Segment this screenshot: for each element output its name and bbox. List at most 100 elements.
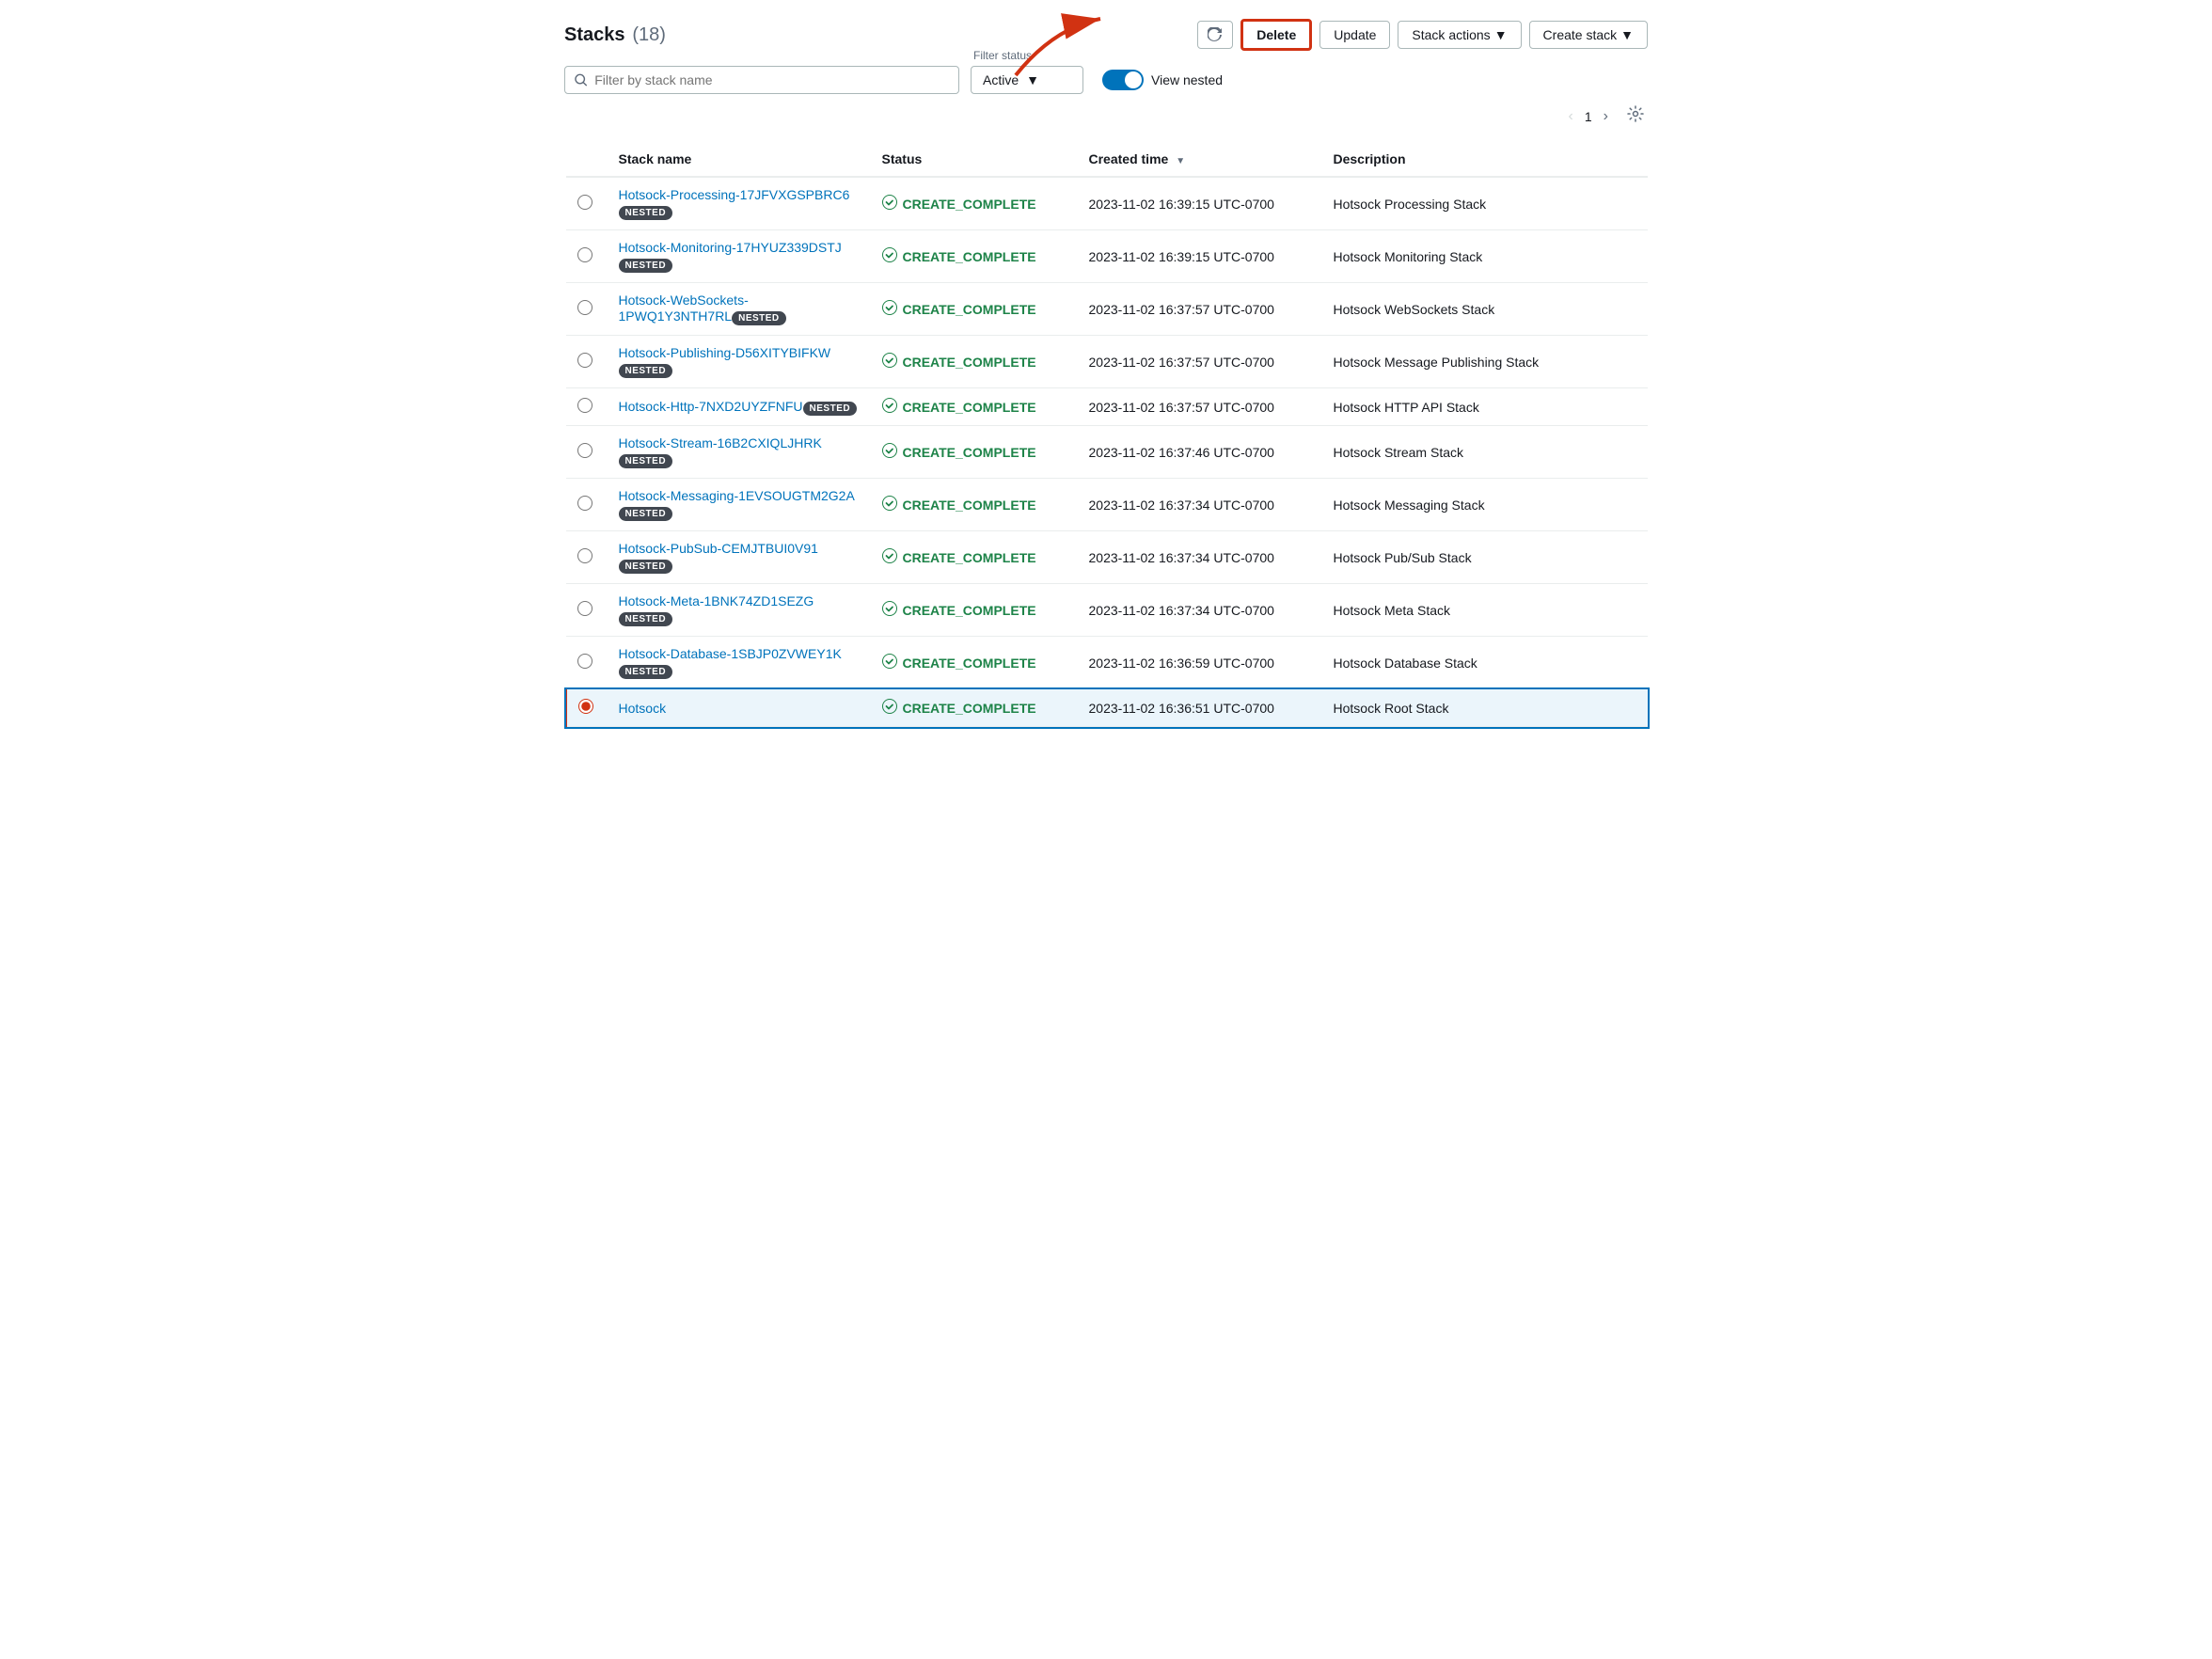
pagination-row: ‹ 1 › xyxy=(564,102,1648,131)
page-navigation: ‹ 1 › xyxy=(1561,104,1616,129)
status-check-icon xyxy=(882,195,897,213)
row-status-cell: CREATE_COMPLETE xyxy=(871,336,1078,388)
table-header-row: Stack name Status Created time ▼ Descrip… xyxy=(566,142,1649,177)
row-status-cell: CREATE_COMPLETE xyxy=(871,426,1078,479)
row-status-cell: CREATE_COMPLETE xyxy=(871,584,1078,637)
row-radio-input[interactable] xyxy=(577,195,592,210)
stack-link[interactable]: Hotsock-Stream-16B2CXIQLJHRK xyxy=(619,435,822,450)
row-description-cell: Hotsock Monitoring Stack xyxy=(1322,230,1649,283)
row-description-cell: Hotsock Processing Stack xyxy=(1322,177,1649,230)
table-row[interactable]: Hotsock-Messaging-1EVSOUGTM2G2A NESTED CRE… xyxy=(566,479,1649,531)
row-radio-cell xyxy=(566,637,608,689)
row-created-cell: 2023-11-02 16:37:57 UTC-0700 xyxy=(1078,336,1322,388)
table-row[interactable]: Hotsock-WebSockets-1PWQ1Y3NTH7RLNESTEDCR… xyxy=(566,283,1649,336)
status-filter-select[interactable]: Active ▼ xyxy=(971,66,1083,94)
prev-page-button[interactable]: ‹ xyxy=(1561,104,1581,129)
table-row[interactable]: Hotsock-Database-1SBJP0ZVWEY1K NESTED CREA… xyxy=(566,637,1649,689)
row-radio-input[interactable] xyxy=(577,601,592,616)
status-value: CREATE_COMPLETE xyxy=(882,353,1066,371)
chevron-down-icon: ▼ xyxy=(1620,27,1634,42)
table-row[interactable]: Hotsock-Publishing-D56XITYBIFKWNESTEDCRE… xyxy=(566,336,1649,388)
create-stack-button[interactable]: Create stack ▼ xyxy=(1529,21,1648,49)
nested-badge: NESTED xyxy=(619,454,673,468)
row-name-cell: Hotsock xyxy=(608,689,871,727)
row-name-cell: Hotsock-Messaging-1EVSOUGTM2G2A NESTED xyxy=(608,479,871,531)
status-check-icon xyxy=(882,247,897,265)
th-status[interactable]: Status xyxy=(871,142,1078,177)
row-status-cell: CREATE_COMPLETE xyxy=(871,388,1078,426)
row-radio-input[interactable] xyxy=(577,548,592,563)
nested-badge: NESTED xyxy=(619,507,673,521)
stack-actions-button[interactable]: Stack actions ▼ xyxy=(1398,21,1521,49)
status-check-icon xyxy=(882,654,897,672)
row-radio-input[interactable] xyxy=(577,654,592,669)
filter-row: Active ▼ View nested xyxy=(564,66,1648,94)
status-check-icon xyxy=(882,548,897,566)
stack-link[interactable]: Hotsock-Publishing-D56XITYBIFKW xyxy=(619,345,831,360)
update-button[interactable]: Update xyxy=(1319,21,1390,49)
th-created-time[interactable]: Created time ▼ xyxy=(1078,142,1322,177)
table-row[interactable]: Hotsock-Stream-16B2CXIQLJHRK NESTED CREATE… xyxy=(566,426,1649,479)
row-radio-cell xyxy=(566,230,608,283)
page-number: 1 xyxy=(1585,109,1592,124)
stacks-table: Stack name Status Created time ▼ Descrip… xyxy=(564,142,1648,727)
row-name-cell: Hotsock-Stream-16B2CXIQLJHRK NESTED xyxy=(608,426,871,479)
row-name-cell: Hotsock-WebSockets-1PWQ1Y3NTH7RLNESTED xyxy=(608,283,871,336)
row-created-cell: 2023-11-02 16:37:34 UTC-0700 xyxy=(1078,479,1322,531)
column-settings-button[interactable] xyxy=(1623,102,1648,131)
table-row[interactable]: HotsockCREATE_COMPLETE2023-11-02 16:36:5… xyxy=(566,689,1649,727)
th-stack-name[interactable]: Stack name xyxy=(608,142,871,177)
row-created-cell: 2023-11-02 16:39:15 UTC-0700 xyxy=(1078,230,1322,283)
row-status-cell: CREATE_COMPLETE xyxy=(871,479,1078,531)
stack-link[interactable]: Hotsock-Processing-17JFVXGSPBRC6 xyxy=(619,187,850,202)
search-input[interactable] xyxy=(594,72,949,87)
row-radio-input[interactable] xyxy=(577,353,592,368)
refresh-button[interactable] xyxy=(1197,21,1233,49)
th-description: Description xyxy=(1322,142,1649,177)
view-nested-label: View nested xyxy=(1151,72,1223,87)
status-check-icon xyxy=(882,601,897,619)
stack-link[interactable]: Hotsock xyxy=(619,701,667,716)
row-radio-input[interactable] xyxy=(578,699,593,714)
row-description-cell: Hotsock WebSockets Stack xyxy=(1322,283,1649,336)
row-name-cell: Hotsock-Database-1SBJP0ZVWEY1K NESTED xyxy=(608,637,871,689)
row-name-cell: Hotsock-PubSub-CEMJTBUI0V91NESTED xyxy=(608,531,871,584)
status-check-icon xyxy=(882,300,897,318)
next-page-button[interactable]: › xyxy=(1596,104,1616,129)
stack-link[interactable]: Hotsock-WebSockets-1PWQ1Y3NTH7RL xyxy=(619,292,749,324)
row-radio-input[interactable] xyxy=(577,247,592,262)
nested-badge: NESTED xyxy=(732,311,786,325)
status-check-icon xyxy=(882,353,897,371)
row-radio-input[interactable] xyxy=(577,300,592,315)
row-status-cell: CREATE_COMPLETE xyxy=(871,230,1078,283)
toolbar: Delete Update Stack actions ▼ Create sta… xyxy=(1197,19,1648,51)
search-box[interactable] xyxy=(564,66,959,94)
nested-badge: NESTED xyxy=(619,665,673,679)
delete-button[interactable]: Delete xyxy=(1240,19,1312,51)
status-value: CREATE_COMPLETE xyxy=(882,548,1066,566)
stack-link[interactable]: Hotsock-Database-1SBJP0ZVWEY1K xyxy=(619,646,842,661)
row-radio-input[interactable] xyxy=(577,398,592,413)
row-description-cell: Hotsock Database Stack xyxy=(1322,637,1649,689)
stack-link[interactable]: Hotsock-Monitoring-17HYUZ339DSTJ xyxy=(619,240,842,255)
view-nested-toggle[interactable] xyxy=(1102,70,1144,90)
stack-link[interactable]: Hotsock-Http-7NXD2UYZFNFU xyxy=(619,399,803,414)
table-row[interactable]: Hotsock-Http-7NXD2UYZFNFUNESTEDCREATE_CO… xyxy=(566,388,1649,426)
row-name-cell: Hotsock-Http-7NXD2UYZFNFUNESTED xyxy=(608,388,871,426)
table-row[interactable]: Hotsock-Meta-1BNK74ZD1SEZGNESTEDCREATE_C… xyxy=(566,584,1649,637)
row-radio-cell xyxy=(566,283,608,336)
row-radio-input[interactable] xyxy=(577,443,592,458)
status-value: CREATE_COMPLETE xyxy=(882,654,1066,672)
table-row[interactable]: Hotsock-Monitoring-17HYUZ339DSTJNESTEDCR… xyxy=(566,230,1649,283)
stack-link[interactable]: Hotsock-PubSub-CEMJTBUI0V91 xyxy=(619,541,818,556)
chevron-down-icon: ▼ xyxy=(1026,72,1039,87)
row-radio-input[interactable] xyxy=(577,496,592,511)
stack-link[interactable]: Hotsock-Meta-1BNK74ZD1SEZG xyxy=(619,593,814,608)
status-check-icon xyxy=(882,398,897,416)
table-row[interactable]: Hotsock-Processing-17JFVXGSPBRC6NESTEDCR… xyxy=(566,177,1649,230)
row-description-cell: Hotsock Message Publishing Stack xyxy=(1322,336,1649,388)
status-check-icon xyxy=(882,496,897,514)
stack-link[interactable]: Hotsock-Messaging-1EVSOUGTM2G2A xyxy=(619,488,855,503)
status-value: CREATE_COMPLETE xyxy=(882,195,1066,213)
table-row[interactable]: Hotsock-PubSub-CEMJTBUI0V91NESTED CREATE_… xyxy=(566,531,1649,584)
